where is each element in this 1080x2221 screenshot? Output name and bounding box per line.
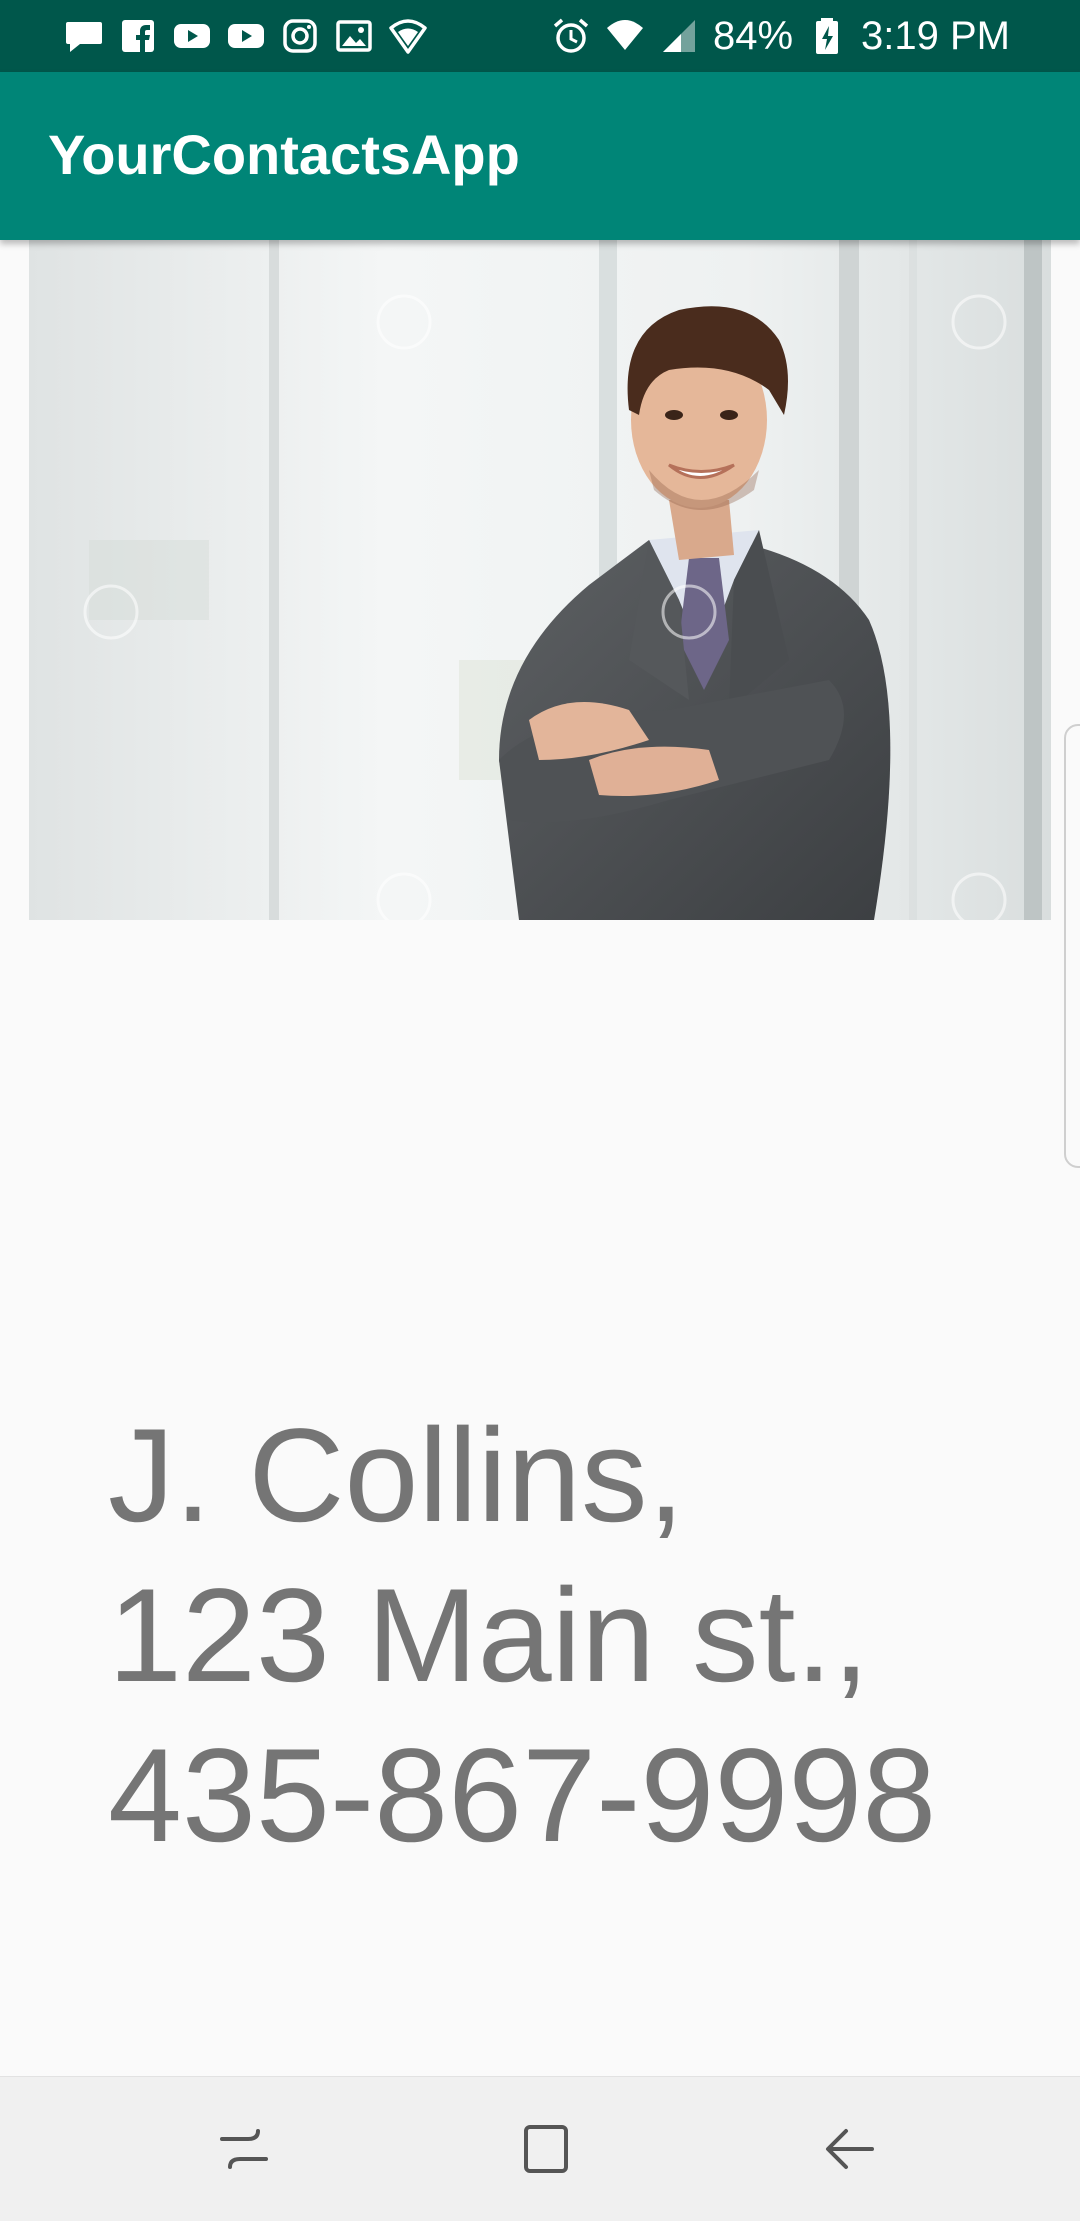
status-bar: 84% 3:19 PM	[0, 0, 1080, 72]
battery-percent: 84%	[712, 13, 794, 58]
home-button[interactable]	[496, 2099, 596, 2199]
contact-name: J. Collins,	[108, 1402, 685, 1550]
youtube-icon	[226, 16, 266, 56]
battery-charging-icon	[807, 16, 847, 56]
facebook-icon	[118, 16, 158, 56]
instagram-icon	[280, 16, 320, 56]
wifi-icon	[605, 16, 645, 56]
gallery-icon	[334, 16, 374, 56]
contact-photo	[29, 240, 1051, 920]
contact-details: J. Collins, 123 Main st., 435-867-9998	[108, 1396, 936, 1876]
notification-icons	[64, 14, 428, 58]
edge-panel-handle[interactable]	[1064, 724, 1080, 1168]
recent-apps-button[interactable]	[194, 2099, 294, 2199]
system-status: 84% 3:19 PM	[551, 14, 1010, 58]
contact-phone: 435-867-9998	[108, 1722, 937, 1870]
navigation-bar	[0, 2076, 1080, 2221]
message-icon	[64, 16, 104, 56]
wifi-shield-icon	[388, 16, 428, 56]
app-title: YourContactsApp	[48, 123, 520, 186]
home-icon	[524, 2125, 568, 2173]
alarm-icon	[551, 16, 591, 56]
back-button[interactable]	[800, 2099, 900, 2199]
app-bar: YourContactsApp	[0, 72, 1080, 240]
back-icon	[826, 2129, 874, 2169]
clock: 3:19 PM	[861, 13, 1010, 58]
recent-apps-icon	[220, 2129, 268, 2169]
youtube-icon	[172, 16, 212, 56]
signal-icon	[659, 16, 699, 56]
contact-address: 123 Main st.,	[108, 1562, 870, 1710]
businessman-image	[29, 240, 1051, 920]
